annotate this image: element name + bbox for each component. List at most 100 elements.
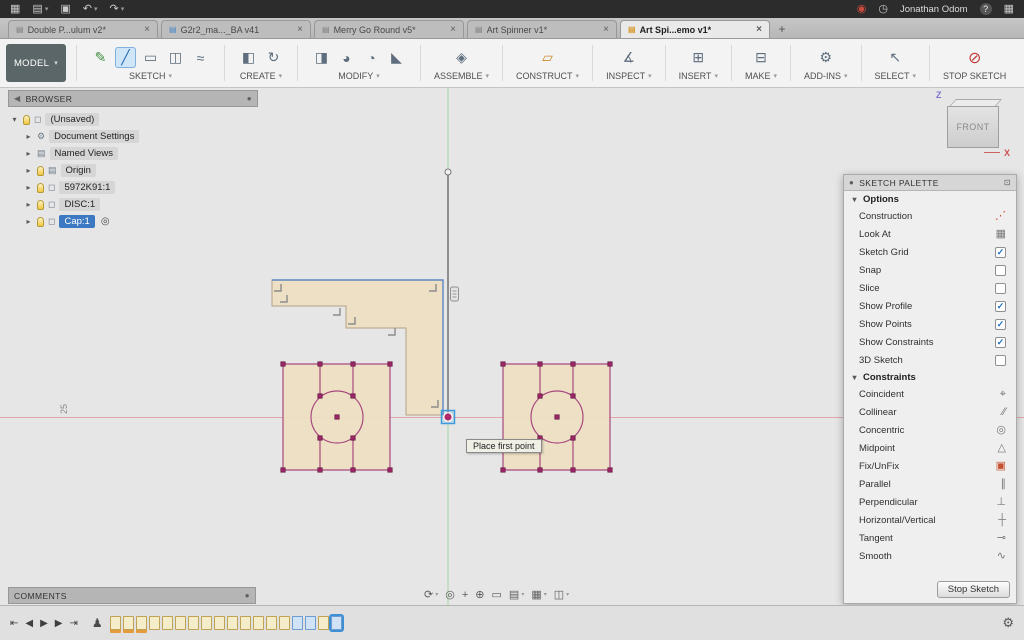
timeline-item-icon[interactable] <box>188 616 199 630</box>
press-pull-icon[interactable]: ◨ <box>311 47 332 68</box>
stop-sketch-button[interactable]: Stop Sketch <box>937 581 1010 598</box>
expander-icon[interactable]: ▸ <box>24 149 33 158</box>
timeline-item-icon[interactable] <box>279 616 290 630</box>
timeline-item-icon[interactable] <box>136 616 147 630</box>
close-icon[interactable]: × <box>450 25 456 35</box>
constraint-tangent[interactable]: Tangent ⊸ <box>844 529 1016 547</box>
settings-gear-icon[interactable]: ⚙ <box>1002 615 1014 631</box>
constraint-coincident[interactable]: Coincident ⌖ <box>844 385 1016 403</box>
browser-root-row[interactable]: ▾ ◻ (Unsaved) <box>10 111 258 128</box>
browser-item-label[interactable]: (Unsaved) <box>45 113 99 126</box>
save-button[interactable]: ▣ <box>60 0 70 18</box>
palette-option-look-at[interactable]: Look At ▦ <box>844 225 1016 243</box>
constraint-fix-unfix[interactable]: Fix/UnFix ▣ <box>844 457 1016 475</box>
expander-icon[interactable]: ▸ <box>24 200 33 209</box>
measure-icon[interactable]: ∡ <box>618 47 639 68</box>
browser-row-cap-selected[interactable]: ▸ ◻ Cap:1 ◎ <box>10 213 258 230</box>
viewports-button[interactable]: ◫ ▾ <box>554 588 569 601</box>
modify-menu[interactable]: MODIFY ▾ <box>338 71 380 81</box>
collapse-icon[interactable]: ◀ <box>14 94 21 103</box>
show-constraints-checkbox[interactable]: ✓ <box>995 337 1006 348</box>
close-icon[interactable]: × <box>756 25 762 35</box>
expander-icon[interactable]: ▸ <box>24 183 33 192</box>
construct-menu[interactable]: CONSTRUCT ▾ <box>516 71 579 81</box>
palette-option-show-profile[interactable]: Show Profile ✓ <box>844 297 1016 315</box>
go-to-start-button[interactable]: ⇤ <box>10 618 18 629</box>
look-at-icon[interactable]: ▦ <box>996 229 1006 240</box>
timeline-item-icon[interactable] <box>175 616 186 630</box>
fillet-icon[interactable]: ◕ <box>336 47 357 68</box>
browser-item-label[interactable]: DISC:1 <box>59 198 100 211</box>
undo-button[interactable]: ↶ ▾ <box>83 0 98 18</box>
tab-art-spinner[interactable]: ▤ Art Spinner v1* × <box>467 20 617 38</box>
select-cursor-icon[interactable]: ↖ <box>885 47 906 68</box>
visibility-bulb-icon[interactable] <box>23 115 30 125</box>
show-points-checkbox[interactable]: ✓ <box>995 319 1006 330</box>
browser-item-label[interactable]: Cap:1 <box>59 215 94 228</box>
section-expander-icon[interactable]: ▾ <box>850 373 859 382</box>
expander-icon[interactable]: ▸ <box>24 217 33 226</box>
browser-row-document-settings[interactable]: ▸ ⚙ Document Settings <box>10 128 258 145</box>
play-button[interactable]: ▶ <box>40 618 48 629</box>
make-menu[interactable]: MAKE ▾ <box>745 71 777 81</box>
timeline-item-icon[interactable] <box>318 616 329 630</box>
mirror-tool-icon[interactable]: ◫ <box>165 47 186 68</box>
visibility-bulb-icon[interactable] <box>37 183 44 193</box>
construct-plane-icon[interactable]: ▱ <box>537 47 558 68</box>
slice-checkbox[interactable] <box>995 283 1006 294</box>
browser-row-origin[interactable]: ▸ ▤ Origin <box>10 162 258 179</box>
timeline-item-icon[interactable] <box>292 616 303 630</box>
go-to-end-button[interactable]: ⇥ <box>70 618 78 629</box>
sketch-pattern-right[interactable] <box>501 362 612 472</box>
palette-option-sketch-grid[interactable]: Sketch Grid ✓ <box>844 243 1016 261</box>
constraint-perpendicular[interactable]: Perpendicular ⊥ <box>844 493 1016 511</box>
browser-row-named-views[interactable]: ▸ ▤ Named Views <box>10 145 258 162</box>
stop-sketch-menu[interactable]: STOP SKETCH <box>943 71 1006 81</box>
redo-button[interactable]: ↷ ▾ <box>109 0 124 18</box>
viewport-canvas[interactable]: 25 ◀ BROWSER ● ▾ ◻ (Unsaved) ▸ ⚙ Documen… <box>0 88 1024 605</box>
close-icon[interactable]: × <box>297 25 303 35</box>
palette-option-slice[interactable]: Slice <box>844 279 1016 297</box>
timeline-item-icon[interactable] <box>110 616 121 630</box>
revolve-icon[interactable]: ↻ <box>263 47 284 68</box>
grid-icon[interactable]: ▦ <box>1004 0 1014 18</box>
fit-button[interactable]: ▭ <box>492 588 502 601</box>
timeline-item-icon[interactable] <box>331 616 342 630</box>
palette-option-show-constraints[interactable]: Show Constraints ✓ <box>844 333 1016 351</box>
clock-icon[interactable]: ◷ <box>878 0 888 18</box>
comments-header[interactable]: COMMENTS ● <box>8 587 256 604</box>
timeline-item-icon[interactable] <box>227 616 238 630</box>
tab-g2r2[interactable]: ▤ G2r2_ma..._BA v41 × <box>161 20 311 38</box>
construction-icon[interactable]: ⋰ <box>995 211 1006 222</box>
palette-section-constraints[interactable]: ▾ Constraints <box>844 369 1016 385</box>
3d-sketch-checkbox[interactable] <box>995 355 1006 366</box>
expander-icon[interactable]: ▾ <box>10 115 19 124</box>
create-menu[interactable]: CREATE ▾ <box>240 71 282 81</box>
stop-sketch-icon[interactable]: ⊘ <box>964 47 985 68</box>
orbit-button[interactable]: ⟳ ▾ <box>424 588 438 601</box>
browser-row-disc[interactable]: ▸ ◻ DISC:1 <box>10 196 258 213</box>
timeline-item-icon[interactable] <box>240 616 251 630</box>
record-icon[interactable]: ◉ <box>857 0 867 18</box>
workspace-model-button[interactable]: MODEL ▾ <box>6 44 66 82</box>
gear-icon[interactable]: ⚙ <box>815 47 836 68</box>
browser-row-5972k91[interactable]: ▸ ◻ 5972K91:1 <box>10 179 258 196</box>
component-group-icon[interactable]: ♟ <box>92 616 103 630</box>
constraint-parallel[interactable]: Parallel ∥ <box>844 475 1016 493</box>
help-icon[interactable]: ? <box>980 3 992 15</box>
timeline-item-icon[interactable] <box>253 616 264 630</box>
insert-menu[interactable]: INSERT ▾ <box>679 71 718 81</box>
assemble-menu[interactable]: ASSEMBLE ▾ <box>434 71 489 81</box>
zoom-button[interactable]: ⊕ <box>475 588 484 601</box>
timeline-item-icon[interactable] <box>149 616 160 630</box>
browser-item-label[interactable]: Document Settings <box>49 130 139 143</box>
snap-checkbox[interactable] <box>995 265 1006 276</box>
palette-section-options[interactable]: ▾ Options <box>844 191 1016 207</box>
expander-icon[interactable]: ▸ <box>24 132 33 141</box>
close-icon[interactable]: × <box>603 25 609 35</box>
activate-ring-icon[interactable]: ◎ <box>101 216 110 227</box>
create-sketch-icon[interactable]: ✎ <box>90 47 111 68</box>
file-menu-button[interactable]: ▤ ▾ <box>32 0 48 18</box>
visibility-bulb-icon[interactable] <box>37 217 44 227</box>
apps-grid-icon[interactable]: ▦ <box>10 0 20 18</box>
